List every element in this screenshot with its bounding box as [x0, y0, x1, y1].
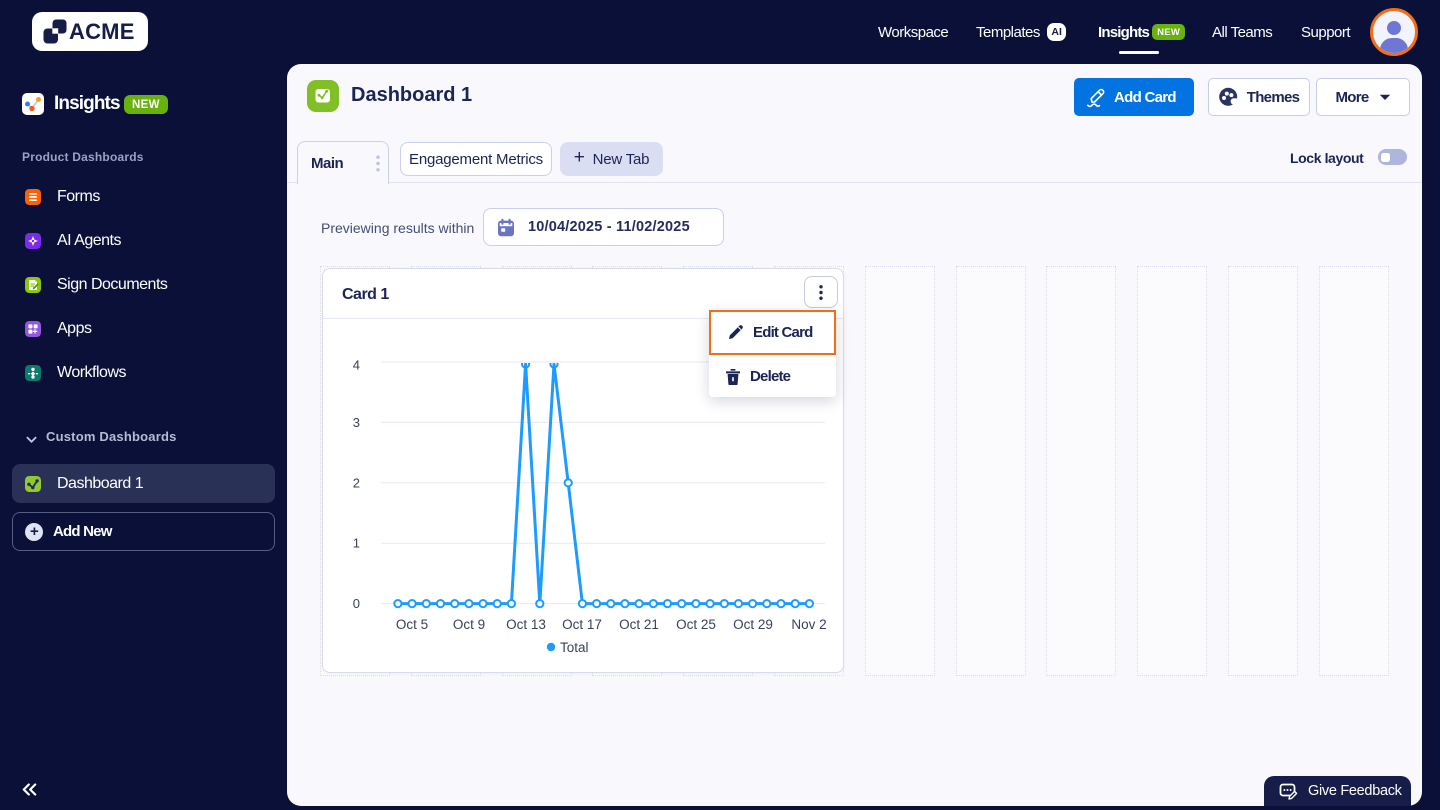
svg-text:3: 3 — [353, 415, 360, 430]
svg-text:Oct 9: Oct 9 — [453, 617, 485, 632]
svg-text:Oct 13: Oct 13 — [506, 617, 546, 632]
svg-text:Nov 2: Nov 2 — [791, 617, 826, 632]
svg-text:2: 2 — [353, 475, 360, 490]
svg-text:Oct 21: Oct 21 — [619, 617, 659, 632]
svg-text:4: 4 — [353, 358, 360, 373]
svg-text:Oct 17: Oct 17 — [562, 617, 602, 632]
svg-text:0: 0 — [353, 596, 360, 611]
svg-text:Oct 5: Oct 5 — [396, 617, 428, 632]
svg-text:Total: Total — [560, 640, 589, 655]
svg-text:1: 1 — [353, 536, 360, 551]
svg-text:Oct 29: Oct 29 — [733, 617, 773, 632]
svg-text:Oct 25: Oct 25 — [676, 617, 716, 632]
